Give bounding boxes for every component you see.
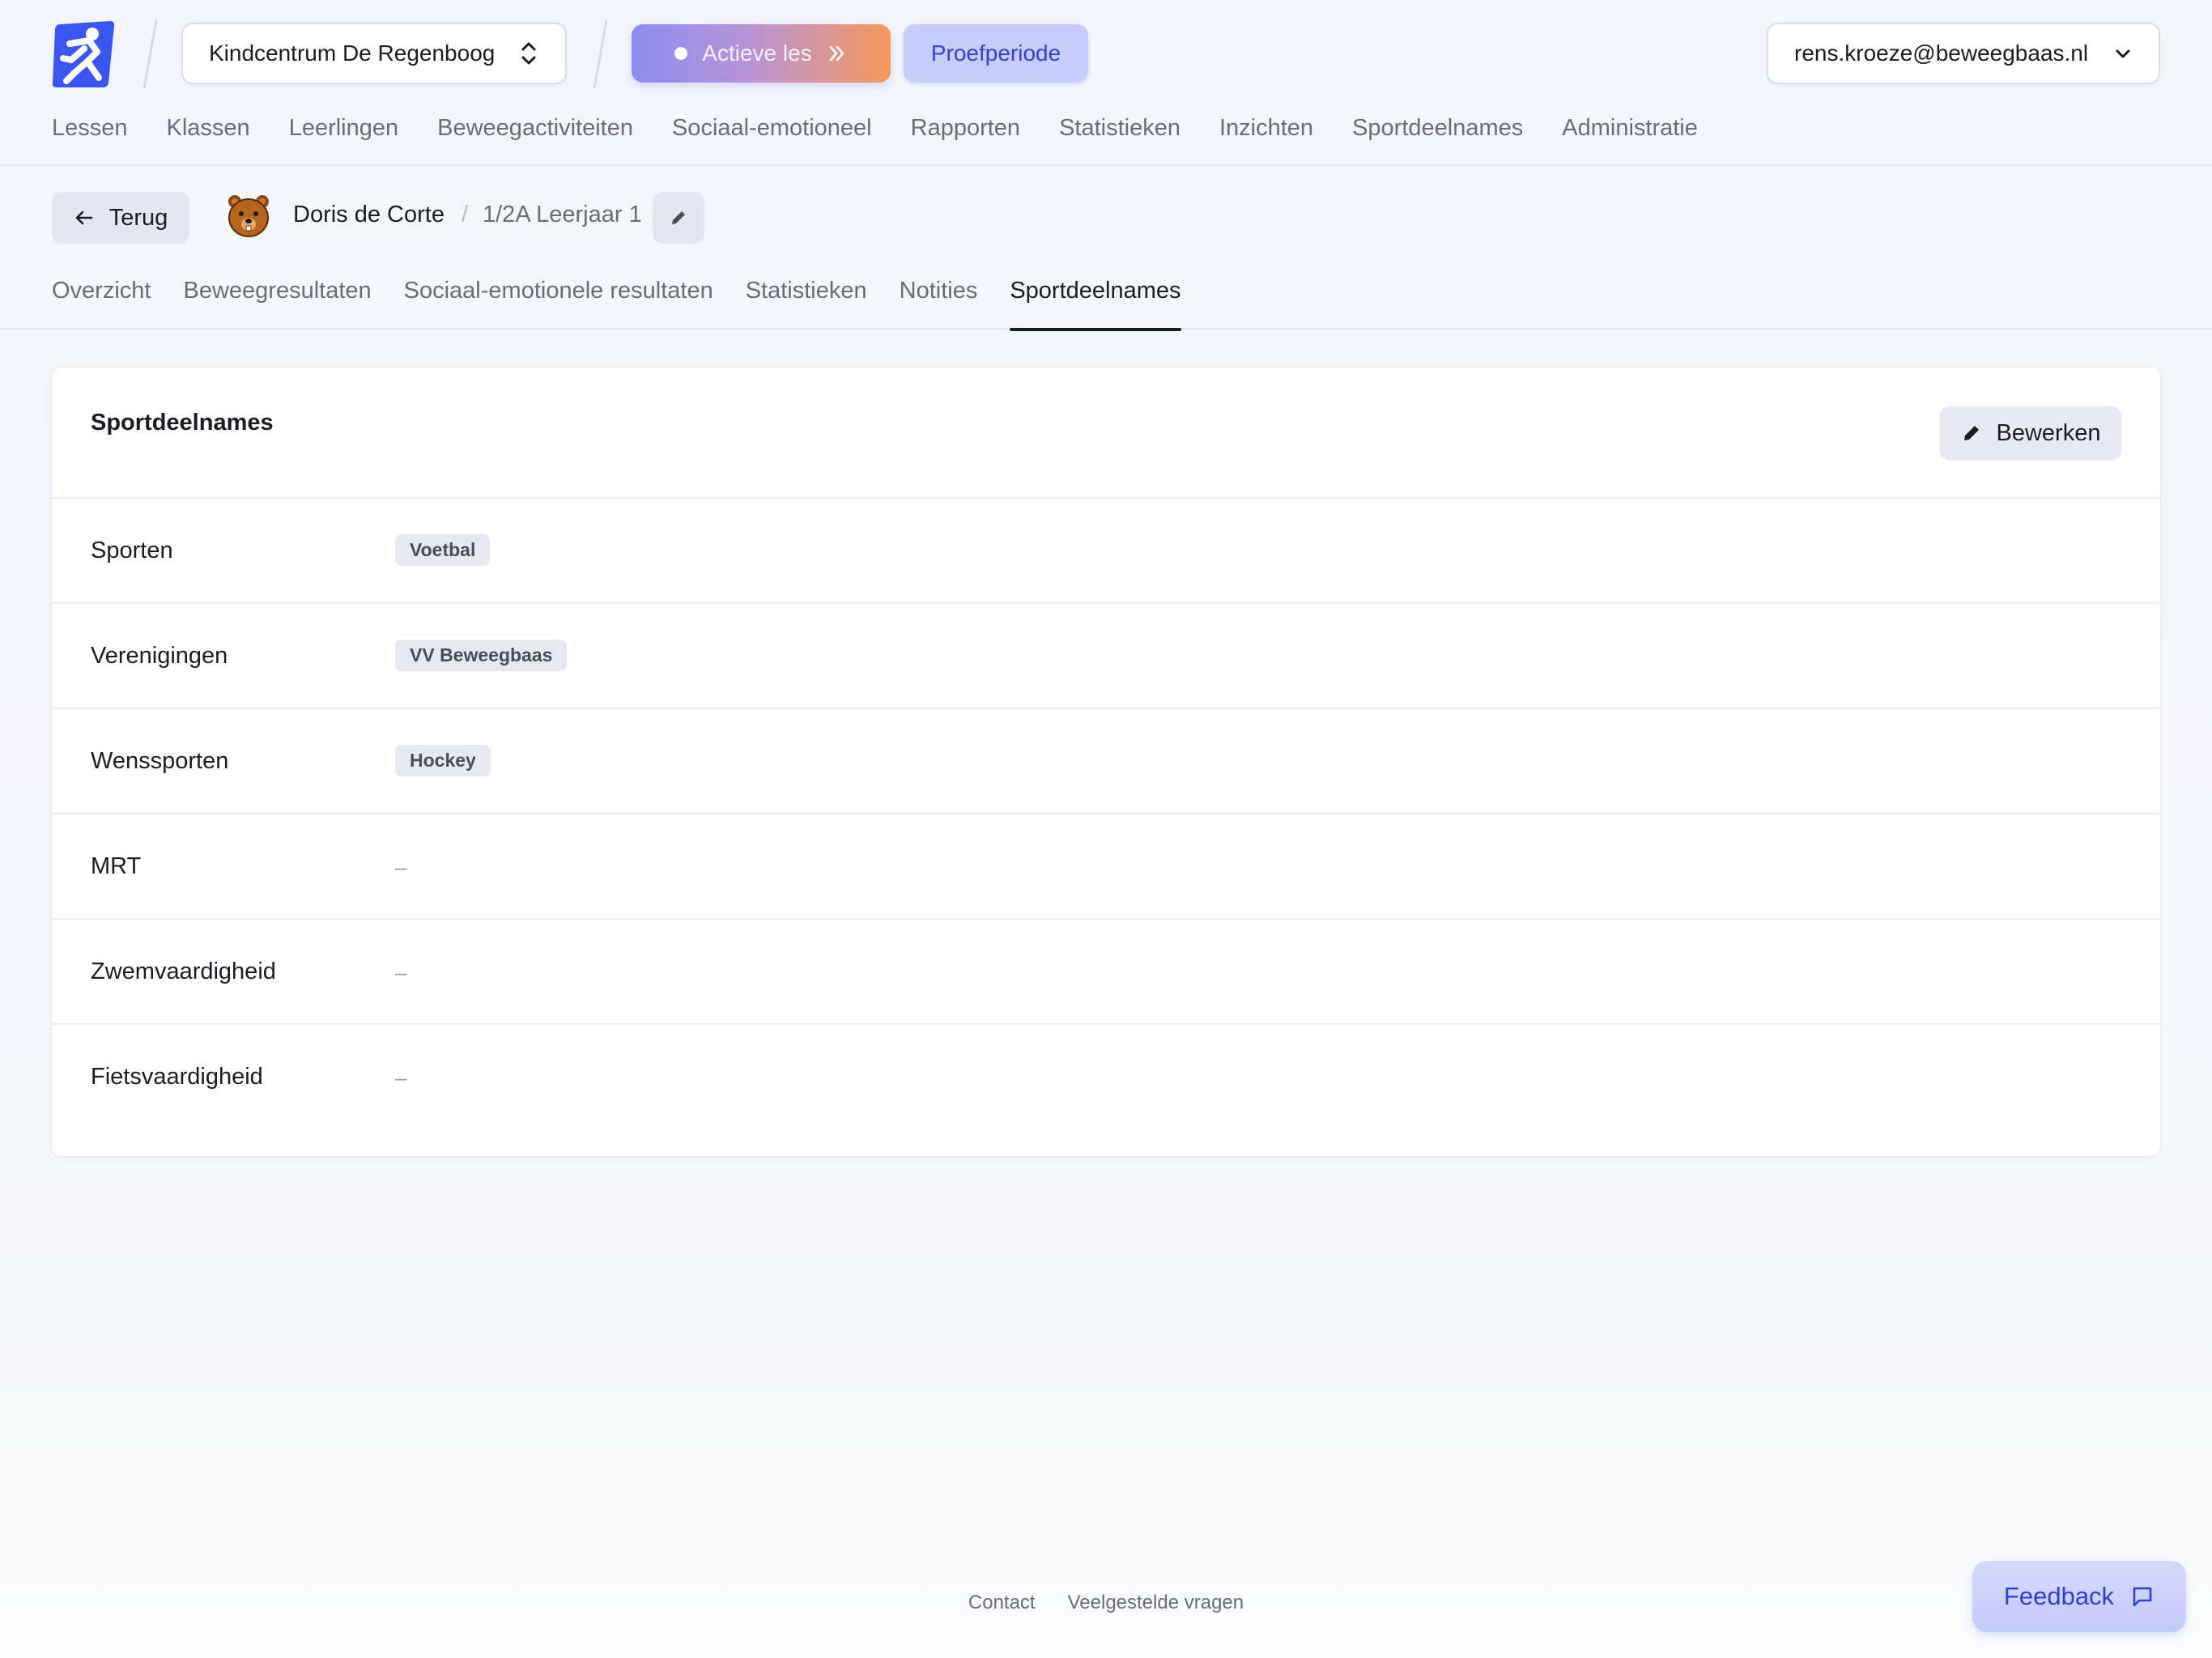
club-badge: VV Beweegbaas <box>395 640 568 671</box>
edit-button[interactable]: Bewerken <box>1940 406 2121 460</box>
row-label: Verenigingen <box>91 643 228 669</box>
tab-sportdeelnames[interactable]: Sportdeelnames <box>1010 278 1181 331</box>
wish-sport-badge: Hockey <box>395 745 491 776</box>
nav-item-lessen[interactable]: Lessen <box>52 115 128 142</box>
main-nav: Lessen Klassen Leerlingen Beweegactivite… <box>52 115 1698 142</box>
card-title: Sportdeelnames <box>91 410 274 436</box>
card-header: Sportdeelnames Bewerken <box>52 368 2160 499</box>
active-lesson-button[interactable]: Actieve les <box>632 24 891 83</box>
row-wenssporten: Wenssporten Hockey <box>52 709 2160 814</box>
student-class[interactable]: 1/2A Leerjaar 1 <box>483 202 642 228</box>
nav-item-sociaal-emotioneel[interactable]: Sociaal-emotioneel <box>672 115 872 142</box>
row-label: Zwemvaardigheid <box>91 959 276 984</box>
nav-item-sportdeelnames[interactable]: Sportdeelnames <box>1352 115 1523 142</box>
row-zwemvaardigheid: Zwemvaardigheid – <box>52 920 2160 1025</box>
row-fietsvaardigheid: Fietsvaardigheid – <box>52 1025 2160 1138</box>
beweegbaas-logo-icon[interactable] <box>52 19 117 89</box>
row-value: Hockey <box>395 745 491 776</box>
row-value: – <box>395 850 406 880</box>
sport-badge: Voetbal <box>395 534 491 566</box>
school-selector-label: Kindcentrum De Regenboog <box>209 40 496 66</box>
chevron-up-down-icon <box>521 42 536 65</box>
tab-notities[interactable]: Notities <box>900 278 978 329</box>
footer-link-faq[interactable]: Veelgestelde vragen <box>1068 1592 1244 1614</box>
row-value: VV Beweegbaas <box>395 640 568 671</box>
chevron-down-icon <box>2116 49 2130 58</box>
tab-sociaal-emotionele-resultaten[interactable]: Sociaal-emotionele resultaten <box>404 278 713 329</box>
row-value: Voetbal <box>395 534 491 566</box>
nav-item-rapporten[interactable]: Rapporten <box>911 115 1020 142</box>
footer: Contact Veelgestelde vragen <box>0 1592 2212 1614</box>
user-menu[interactable]: rens.kroeze@beweegbaas.nl <box>1767 23 2160 84</box>
row-label: MRT <box>91 853 142 879</box>
trial-period-button[interactable]: Proefperiode <box>904 24 1088 83</box>
tab-overzicht[interactable]: Overzicht <box>52 278 151 329</box>
arrow-left-icon <box>75 210 93 225</box>
tab-beweegresultaten[interactable]: Beweegresultaten <box>183 278 371 329</box>
edit-button-label: Bewerken <box>1996 419 2101 446</box>
row-mrt: MRT – <box>52 814 2160 920</box>
feedback-label: Feedback <box>2003 1582 2115 1610</box>
empty-value: – <box>395 1065 407 1090</box>
nav-item-inzichten[interactable]: Inzichten <box>1219 115 1313 142</box>
row-sporten: Sporten Voetbal <box>52 499 2160 604</box>
feedback-button[interactable]: Feedback <box>1972 1561 2186 1632</box>
pencil-icon <box>672 211 685 224</box>
nav-item-beweegactiviteiten[interactable]: Beweegactiviteiten <box>437 115 633 142</box>
tab-statistieken[interactable]: Statistieken <box>746 278 867 329</box>
active-lesson-label: Actieve les <box>702 40 812 66</box>
chevron-double-right-icon <box>829 45 844 62</box>
row-value: – <box>395 1061 406 1090</box>
top-header: Kindcentrum De Regenboog Actieve les Pro… <box>0 0 2212 166</box>
user-email: rens.kroeze@beweegbaas.nl <box>1794 40 2089 66</box>
footer-link-contact[interactable]: Contact <box>968 1592 1036 1614</box>
header-divider <box>143 19 158 89</box>
nav-item-leerlingen[interactable]: Leerlingen <box>289 115 398 142</box>
empty-value: – <box>395 960 407 984</box>
chat-bubble-icon <box>2133 1587 2152 1607</box>
student-name: Doris de Corte <box>293 202 445 227</box>
student-header: Terug Doris de Corte / 1/2A Leerjaar 1 O… <box>0 168 2212 331</box>
pencil-icon <box>1963 426 1979 440</box>
bear-avatar-icon <box>225 192 272 239</box>
nav-item-klassen[interactable]: Klassen <box>167 115 250 142</box>
row-label: Sporten <box>91 538 173 563</box>
row-label: Fietsvaardigheid <box>91 1064 263 1090</box>
status-dot-icon <box>674 47 688 60</box>
row-label: Wenssporten <box>91 748 229 774</box>
trial-period-label: Proefperiode <box>930 40 1061 66</box>
student-tabs: Overzicht Beweegresultaten Sociaal-emoti… <box>52 278 1181 331</box>
header-divider <box>593 19 608 89</box>
row-value: – <box>395 955 406 985</box>
row-verenigingen: Verenigingen VV Beweegbaas <box>52 604 2160 709</box>
back-button[interactable]: Terug <box>52 192 189 244</box>
school-selector[interactable]: Kindcentrum De Regenboog <box>181 23 567 84</box>
breadcrumb-separator: / <box>462 202 469 227</box>
edit-student-button[interactable] <box>653 192 704 244</box>
back-button-label: Terug <box>108 204 168 231</box>
nav-item-statistieken[interactable]: Statistieken <box>1059 115 1180 142</box>
sport-participation-card: Sportdeelnames Bewerken Sporten Voetbal … <box>52 368 2160 1156</box>
empty-value: – <box>395 855 407 879</box>
nav-item-administratie[interactable]: Administratie <box>1562 115 1698 142</box>
